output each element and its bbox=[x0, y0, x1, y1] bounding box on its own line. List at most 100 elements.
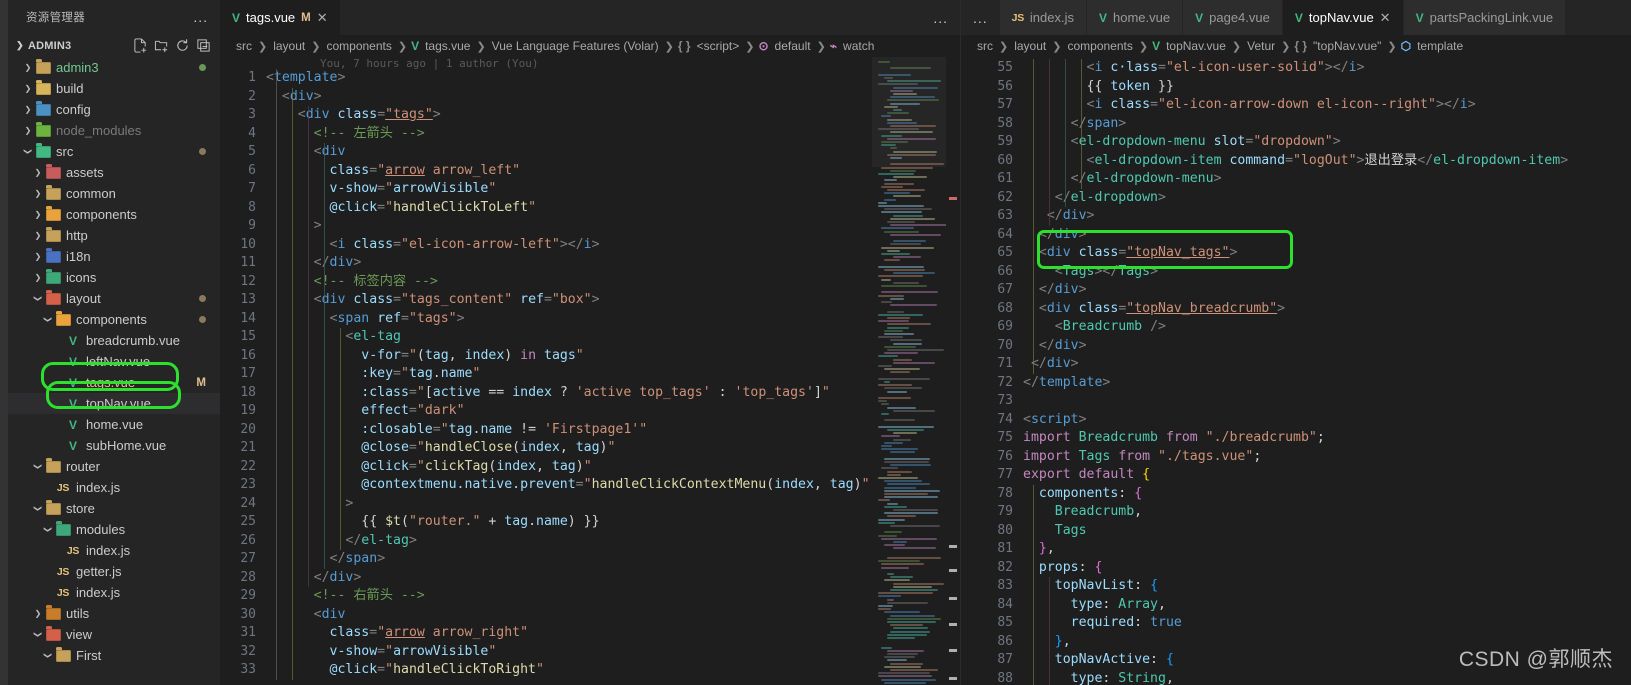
code-line[interactable]: class="arrow arrow_left" bbox=[266, 162, 872, 181]
code-line[interactable]: <el-dropdown-menu slot="dropdown"> bbox=[1023, 133, 1631, 152]
code-line[interactable]: Breadcrumb, bbox=[1023, 503, 1631, 522]
tab-topnav-vue[interactable]: VtopNav.vue ✕ bbox=[1282, 0, 1404, 35]
code-line[interactable]: @close="handleClose(index, tag)" bbox=[266, 439, 872, 458]
code-line[interactable]: <!-- 标签内容 --> bbox=[266, 273, 872, 292]
code-line[interactable]: @click="clickTag(index, tag)" bbox=[266, 458, 872, 477]
scrollbar-left[interactable] bbox=[946, 57, 960, 685]
code-line[interactable]: {{ token }} bbox=[1023, 78, 1631, 97]
code-line[interactable]: <div class="topNav_breadcrumb"> bbox=[1023, 300, 1631, 319]
workspace-section-header[interactable]: ❯ ADMIN3 bbox=[8, 34, 220, 57]
tab-partspackinglink-vue[interactable]: VpartsPackingLink.vue bbox=[1403, 0, 1567, 35]
code-area-left[interactable]: You, 7 hours ago | 1 author (You) 123456… bbox=[220, 57, 960, 685]
code-line[interactable]: @contextmenu.native.prevent="handleClick… bbox=[266, 476, 872, 495]
code-line[interactable]: }, bbox=[1023, 540, 1631, 559]
code-line[interactable]: type: Array, bbox=[1023, 596, 1631, 615]
tree-item-subhome-vue[interactable]: VsubHome.vue bbox=[8, 435, 220, 456]
tree-item-admin3[interactable]: ❯ admin3 bbox=[8, 57, 220, 78]
code-line[interactable]: <i class="el-icon-arrow-left"></i> bbox=[266, 236, 872, 255]
code-content-right[interactable]: <i c·lass="el-icon-user-solid"></i> {{ t… bbox=[1023, 57, 1631, 685]
code-line[interactable]: @click="handleClickToRight" bbox=[266, 661, 872, 680]
code-line[interactable]: @click="handleClickToLeft" bbox=[266, 199, 872, 218]
code-line[interactable]: <template> bbox=[266, 69, 872, 88]
tree-item-assets[interactable]: ❯ assets bbox=[8, 162, 220, 183]
tree-item-layout[interactable]: ❯ layout bbox=[8, 288, 220, 309]
breadcrumb-left-crumb[interactable]: layout bbox=[271, 39, 307, 53]
file-tree[interactable]: ❯ admin3 ❯ build ❯ config ❯ node_modules ❯ src ❯ as… bbox=[8, 57, 220, 685]
tree-item-components[interactable]: ❯ components bbox=[8, 204, 220, 225]
code-line[interactable]: v-for="(tag, index) in tags" bbox=[266, 347, 872, 366]
tabbar-left[interactable]: Vtags.vue M ✕... bbox=[220, 0, 960, 35]
tree-item-components[interactable]: ❯ components bbox=[8, 309, 220, 330]
code-line[interactable]: </el-tag> bbox=[266, 532, 872, 551]
code-line[interactable]: </div> bbox=[1023, 207, 1631, 226]
refresh-icon[interactable] bbox=[175, 38, 190, 53]
tree-item-http[interactable]: ❯ http bbox=[8, 225, 220, 246]
tree-item-index-js[interactable]: JS index.js bbox=[8, 582, 220, 603]
code-line[interactable]: <div> bbox=[266, 88, 872, 107]
breadcrumb-left-crumb[interactable]: src bbox=[234, 39, 254, 53]
code-line[interactable]: :class="[active == index ? 'active top_t… bbox=[266, 384, 872, 403]
code-line[interactable]: components: { bbox=[1023, 485, 1631, 504]
code-line[interactable]: <!-- 右箭头 --> bbox=[266, 587, 872, 606]
tab-home-vue[interactable]: Vhome.vue bbox=[1087, 0, 1184, 35]
tree-item-icons[interactable]: ❯ icons bbox=[8, 267, 220, 288]
tab-tags-vue[interactable]: Vtags.vue M ✕ bbox=[220, 0, 341, 35]
breadcrumb-right-crumb[interactable]: src bbox=[975, 39, 995, 53]
explorer-more-icon[interactable]: ... bbox=[187, 10, 214, 24]
tree-item-router[interactable]: ❯ router bbox=[8, 456, 220, 477]
tree-item-index-js[interactable]: JS index.js bbox=[8, 477, 220, 498]
code-line[interactable]: <div class="tags"> bbox=[266, 106, 872, 125]
code-line[interactable]: <Breadcrumb /> bbox=[1023, 318, 1631, 337]
code-area-right[interactable]: 55 56 57 58 59 60 61 62 63 64 65 66 67 68 69 70 71 72 73 74… bbox=[961, 57, 1631, 685]
code-line[interactable]: import Breadcrumb from "./breadcrumb"; bbox=[1023, 429, 1631, 448]
breadcrumb-right-crumb[interactable]: layout bbox=[1012, 39, 1048, 53]
tree-item-first[interactable]: ❯ First bbox=[8, 645, 220, 666]
tree-item-view[interactable]: ❯ view bbox=[8, 624, 220, 645]
minimap-left[interactable] bbox=[872, 57, 946, 685]
tree-item-topnav-vue[interactable]: VtopNav.vue bbox=[8, 393, 220, 414]
code-line[interactable]: topNavList: { bbox=[1023, 577, 1631, 596]
code-line[interactable]: <script> bbox=[1023, 411, 1631, 430]
code-line[interactable]: required: true bbox=[1023, 614, 1631, 633]
code-line[interactable]: </span> bbox=[266, 550, 872, 569]
code-line[interactable]: </template> bbox=[1023, 374, 1631, 393]
code-line[interactable]: props: { bbox=[1023, 559, 1631, 578]
code-line[interactable]: </div> bbox=[266, 569, 872, 588]
new-folder-icon[interactable] bbox=[154, 38, 169, 53]
tree-item-utils[interactable]: ❯ utils bbox=[8, 603, 220, 624]
code-line[interactable]: > bbox=[266, 217, 872, 236]
code-line[interactable]: <Tags></Tags> bbox=[1023, 263, 1631, 282]
breadcrumb-right-crumb[interactable]: components bbox=[1065, 39, 1134, 53]
code-line[interactable]: import Tags from "./tags.vue"; bbox=[1023, 448, 1631, 467]
tree-item-modules[interactable]: ❯ modules bbox=[8, 519, 220, 540]
collapse-all-icon[interactable] bbox=[196, 38, 211, 53]
breadcrumb-left-crumb[interactable]: tags.vue bbox=[423, 39, 472, 53]
code-line[interactable]: export default { bbox=[1023, 466, 1631, 485]
code-line[interactable]: </div> bbox=[1023, 281, 1631, 300]
code-line[interactable]: <div class="tags_content" ref="box"> bbox=[266, 291, 872, 310]
code-line[interactable]: </el-dropdown-menu> bbox=[1023, 170, 1631, 189]
code-line[interactable]: <span ref="tags"> bbox=[266, 310, 872, 329]
code-line[interactable]: <i class="el-icon-arrow-down el-icon--ri… bbox=[1023, 96, 1631, 115]
tree-item-config[interactable]: ❯ config bbox=[8, 99, 220, 120]
breadcrumb-left-crumb[interactable]: watch bbox=[841, 39, 876, 53]
code-line[interactable]: :key="tag.name" bbox=[266, 365, 872, 384]
code-line[interactable]: <el-tag bbox=[266, 328, 872, 347]
code-line[interactable]: </div> bbox=[266, 254, 872, 273]
tree-item-src[interactable]: ❯ src bbox=[8, 141, 220, 162]
tree-item-getter-js[interactable]: JS getter.js bbox=[8, 561, 220, 582]
breadcrumb-left-crumb[interactable]: Vue Language Features (Volar) bbox=[490, 39, 661, 53]
code-line[interactable] bbox=[1023, 392, 1631, 411]
tree-item-leftnav-vue[interactable]: VleftNav.vue bbox=[8, 351, 220, 372]
new-file-icon[interactable] bbox=[133, 38, 148, 53]
breadcrumb-left[interactable]: src ❯ layout ❯ components ❯ Vtags.vue ❯ Vue Lang… bbox=[220, 35, 960, 57]
editor-actions-more-icon[interactable]: ... bbox=[921, 0, 960, 35]
code-line[interactable]: Tags bbox=[1023, 522, 1631, 541]
code-line[interactable]: </div> bbox=[1023, 355, 1631, 374]
code-line[interactable]: </div> bbox=[1023, 337, 1631, 356]
code-line[interactable]: <el-dropdown-item command="logOut">退出登录<… bbox=[1023, 152, 1631, 171]
breadcrumb-left-crumb[interactable]: default bbox=[773, 39, 813, 53]
tabbar-right[interactable]: ... JS index.js Vhome.vue Vpage4.vue VtopNav… bbox=[961, 0, 1631, 35]
breadcrumb-right-crumb[interactable]: template bbox=[1415, 39, 1465, 53]
code-line[interactable]: <div bbox=[266, 606, 872, 625]
